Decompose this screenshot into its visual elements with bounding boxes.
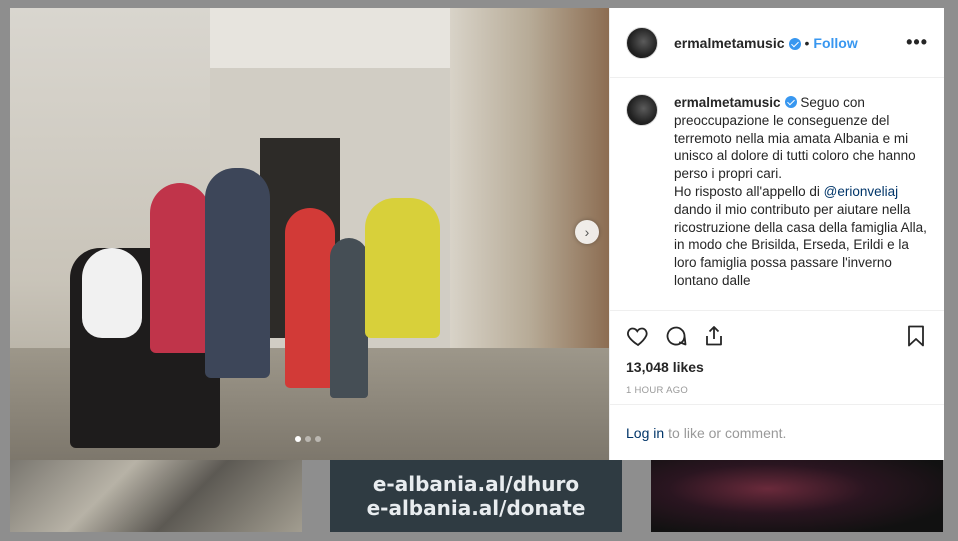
carousel-dot <box>315 436 321 442</box>
photo-person <box>365 198 440 338</box>
photo-person <box>150 183 210 353</box>
chevron-right-icon[interactable]: › <box>575 220 599 244</box>
verified-badge-icon <box>784 96 797 108</box>
carousel-dots <box>295 436 321 442</box>
photo-person <box>285 208 335 388</box>
caption-paragraph-2-start: Ho risposto all'appello di <box>674 183 824 199</box>
action-icons <box>626 321 928 351</box>
more-options-icon[interactable]: ••• <box>906 32 928 53</box>
comment-icon[interactable] <box>664 324 688 348</box>
bookmark-icon[interactable] <box>904 324 928 348</box>
photo-headscarf <box>82 248 142 338</box>
post-sidebar: ermalmetamusic • Follow ••• ermalmetamus… <box>609 8 944 460</box>
post-modal: › ermalmetamusic • Follow ••• ermalmetam… <box>10 8 944 460</box>
caption-section: ermalmetamusic Seguo con preoccupazione … <box>610 78 944 310</box>
photo-person <box>330 238 368 398</box>
verified-badge-icon <box>788 37 801 50</box>
carousel-dot <box>295 436 301 442</box>
post-timestamp[interactable]: 1 HOUR AGO <box>626 385 928 396</box>
username-link[interactable]: ermalmetamusic <box>674 35 785 51</box>
likes-count[interactable]: 13,048 likes <box>626 359 928 375</box>
grid-thumbnail-1[interactable] <box>10 460 302 532</box>
post-photo[interactable]: › <box>10 8 609 460</box>
caption-paragraph-2-end: dando il mio contributo per aiutare nell… <box>674 201 927 288</box>
post-header: ermalmetamusic • Follow ••• <box>610 8 944 78</box>
login-prompt: Log in to like or comment. <box>610 404 944 460</box>
mention-link[interactable]: @erionveliaj <box>824 184 899 199</box>
login-link[interactable]: Log in <box>626 425 664 441</box>
grid-thumbnail-3[interactable] <box>651 460 943 532</box>
photo-person <box>205 168 270 378</box>
thumbnail-text-line-2: e-albania.al/donate <box>366 496 586 520</box>
separator-dot: • <box>804 34 810 51</box>
avatar[interactable] <box>626 26 658 59</box>
caption-text: ermalmetamusic Seguo con preoccupazione … <box>674 94 928 304</box>
share-icon[interactable] <box>702 324 726 348</box>
caption-username[interactable]: ermalmetamusic <box>674 95 781 110</box>
heart-icon[interactable] <box>626 324 650 348</box>
grid-thumbnail-2[interactable]: e-albania.al/dhuro e-albania.al/donate <box>330 460 622 532</box>
login-prompt-text: to like or comment. <box>668 424 787 441</box>
carousel-dot <box>305 436 311 442</box>
action-bar: 13,048 likes 1 HOUR AGO <box>610 310 944 404</box>
follow-button[interactable]: Follow <box>813 35 857 51</box>
caption-avatar[interactable] <box>626 94 658 126</box>
thumbnail-text-line-1: e-albania.al/dhuro <box>372 472 580 496</box>
